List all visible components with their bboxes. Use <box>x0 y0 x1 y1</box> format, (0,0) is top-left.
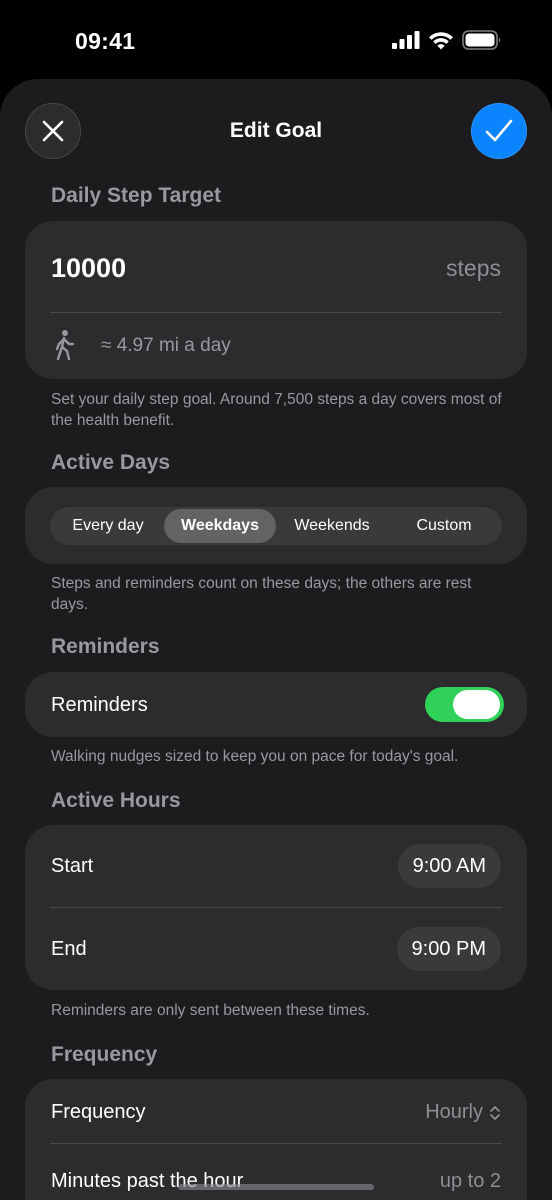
step-target-footnote: Set your daily step goal. Around 7,500 s… <box>51 391 502 429</box>
reminders-label: Reminders <box>51 694 148 716</box>
segment-every-day[interactable]: Every day <box>52 509 164 543</box>
active-hours-card: Start 9:00 AM End 9:00 PM <box>25 825 527 990</box>
divider <box>50 312 502 313</box>
toggle-knob <box>453 690 500 719</box>
start-time-picker[interactable]: 9:00 AM <box>397 844 501 888</box>
active-hours-footnote: Reminders are only sent between these ti… <box>51 1002 370 1019</box>
status-bar: 09:41 <box>0 0 552 80</box>
minutes-past-value[interactable]: up to 2 <box>440 1170 501 1193</box>
nav-bar: Edit Goal <box>0 79 552 183</box>
frequency-picker[interactable]: Hourly <box>425 1101 501 1124</box>
segment-weekdays[interactable]: Weekdays <box>164 509 276 543</box>
home-indicator <box>178 1184 374 1190</box>
distance-estimate: ≈ 4.97 mi a day <box>101 335 231 356</box>
frequency-label: Frequency <box>51 1101 146 1123</box>
end-label: End <box>51 938 87 960</box>
active-days-segmented-control: Every day Weekdays Weekends Custom <box>50 507 502 545</box>
step-target-card: 10000 steps ≈ 4.97 mi a day <box>25 221 527 379</box>
reminders-card: Reminders <box>25 672 527 737</box>
cellular-signal-icon <box>392 31 420 49</box>
checkmark-icon <box>485 119 513 142</box>
reminders-toggle[interactable] <box>425 687 504 722</box>
start-label: Start <box>51 855 94 877</box>
confirm-button[interactable] <box>471 103 527 159</box>
status-icons <box>392 30 502 50</box>
segment-custom[interactable]: Custom <box>388 509 500 543</box>
frequency-header: Frequency <box>51 1043 158 1066</box>
divider <box>50 907 502 908</box>
battery-icon <box>462 30 501 50</box>
frequency-value: Hourly <box>425 1101 483 1123</box>
segment-weekends[interactable]: Weekends <box>276 509 388 543</box>
wifi-icon <box>429 31 453 49</box>
frequency-card: Frequency Hourly Minutes past the hour u… <box>25 1079 527 1200</box>
active-days-card: Every day Weekdays Weekends Custom <box>25 487 527 564</box>
page-title: Edit Goal <box>229 119 323 142</box>
reminders-header: Reminders <box>51 635 160 658</box>
active-days-header: Active Days <box>51 451 171 474</box>
step-unit-label: steps <box>446 255 501 281</box>
step-target-input[interactable]: 10000 <box>51 253 126 284</box>
status-time: 09:41 <box>75 28 136 54</box>
reminders-footnote: Walking nudges sized to keep you on pace… <box>51 748 459 765</box>
divider <box>50 1143 502 1144</box>
edit-goal-sheet: Edit Goal Daily Step Target 10000 steps … <box>0 79 552 1200</box>
active-days-footnote: Steps and reminders count on these days;… <box>51 575 472 613</box>
walking-person-icon <box>55 330 75 361</box>
chevron-up-down-icon <box>490 1105 500 1120</box>
step-target-header: Daily Step Target <box>51 184 221 207</box>
end-time-picker[interactable]: 9:00 PM <box>396 927 501 971</box>
active-hours-header: Active Hours <box>51 789 181 812</box>
